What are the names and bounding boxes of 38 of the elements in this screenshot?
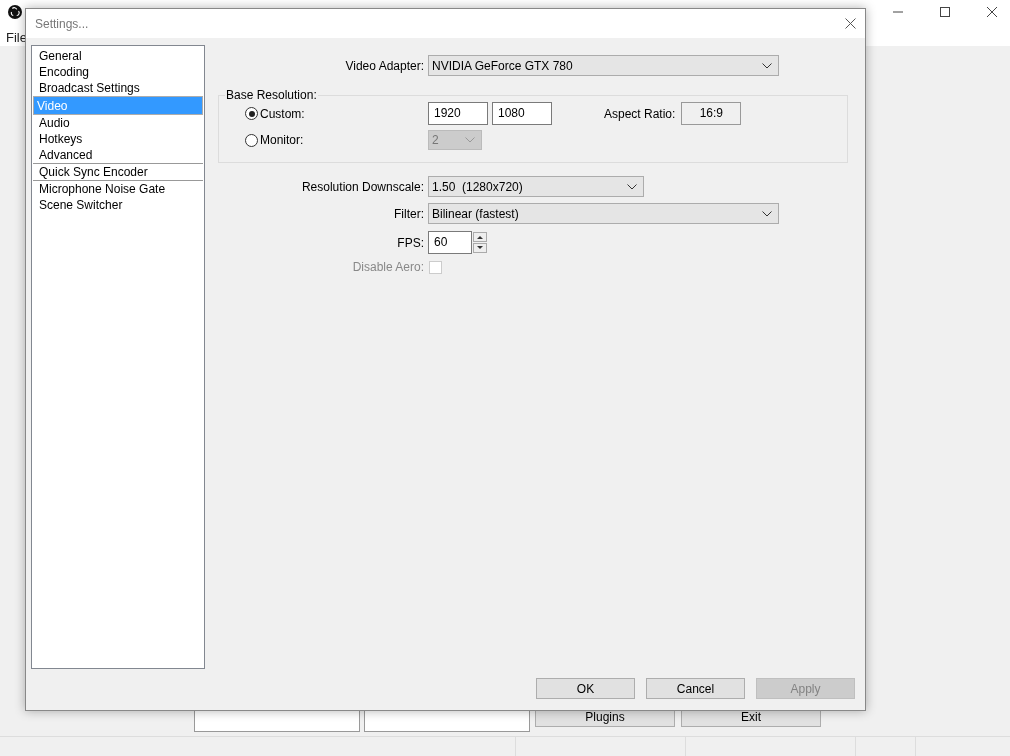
field-label: Resolution Downscale: bbox=[300, 179, 424, 194]
chevron-down-icon bbox=[762, 62, 772, 69]
fps-field[interactable]: 60 bbox=[428, 231, 472, 254]
chevron-down-icon bbox=[627, 183, 637, 190]
monitor-dropdown: 2 bbox=[428, 130, 482, 150]
close-icon[interactable] bbox=[986, 6, 998, 18]
height-field[interactable]: 1080 bbox=[492, 102, 552, 125]
category-item[interactable]: Advanced bbox=[33, 147, 203, 164]
category-item[interactable]: Microphone Noise Gate bbox=[33, 181, 203, 197]
aspect-ratio-value: 16:9 bbox=[681, 102, 742, 125]
category-item[interactable]: Audio bbox=[33, 115, 203, 131]
field-label: Aspect Ratio: bbox=[604, 106, 676, 121]
field-label: Filter: bbox=[393, 206, 424, 221]
category-item[interactable]: General bbox=[33, 48, 203, 64]
dialog-button[interactable]: OK bbox=[536, 678, 635, 699]
group-title: Base Resolution: bbox=[225, 88, 318, 102]
category-item[interactable]: Hotkeys bbox=[33, 131, 203, 147]
category-item[interactable]: Broadcast Settings bbox=[33, 80, 203, 96]
maximize-icon[interactable] bbox=[939, 6, 951, 18]
field-label: Disable Aero: bbox=[351, 260, 424, 274]
field-label: FPS: bbox=[396, 235, 424, 250]
category-item[interactable]: Scene Switcher bbox=[33, 197, 203, 213]
chevron-down-icon bbox=[465, 137, 475, 143]
video-adapter-dropdown[interactable]: NVIDIA GeForce GTX 780 bbox=[428, 55, 779, 76]
dialog-button[interactable]: Cancel bbox=[646, 678, 745, 699]
category-item[interactable]: Quick Sync Encoder bbox=[33, 164, 203, 181]
downscale-dropdown[interactable]: 1.50 (1280x720) bbox=[428, 176, 644, 197]
category-item[interactable]: Encoding bbox=[33, 64, 203, 80]
width-field[interactable]: 1920 bbox=[428, 102, 488, 125]
close-icon[interactable] bbox=[845, 18, 856, 29]
spin-down-icon[interactable] bbox=[473, 243, 487, 253]
filter-dropdown[interactable]: Bilinear (fastest) bbox=[428, 203, 779, 224]
field-label: Video Adapter: bbox=[344, 58, 424, 73]
spin-up-icon[interactable] bbox=[473, 232, 487, 242]
dialog-title: Settings... bbox=[35, 16, 89, 31]
app-logo-icon bbox=[8, 5, 22, 19]
radio-button[interactable]: Custom: bbox=[245, 106, 428, 121]
chevron-down-icon bbox=[762, 210, 772, 217]
